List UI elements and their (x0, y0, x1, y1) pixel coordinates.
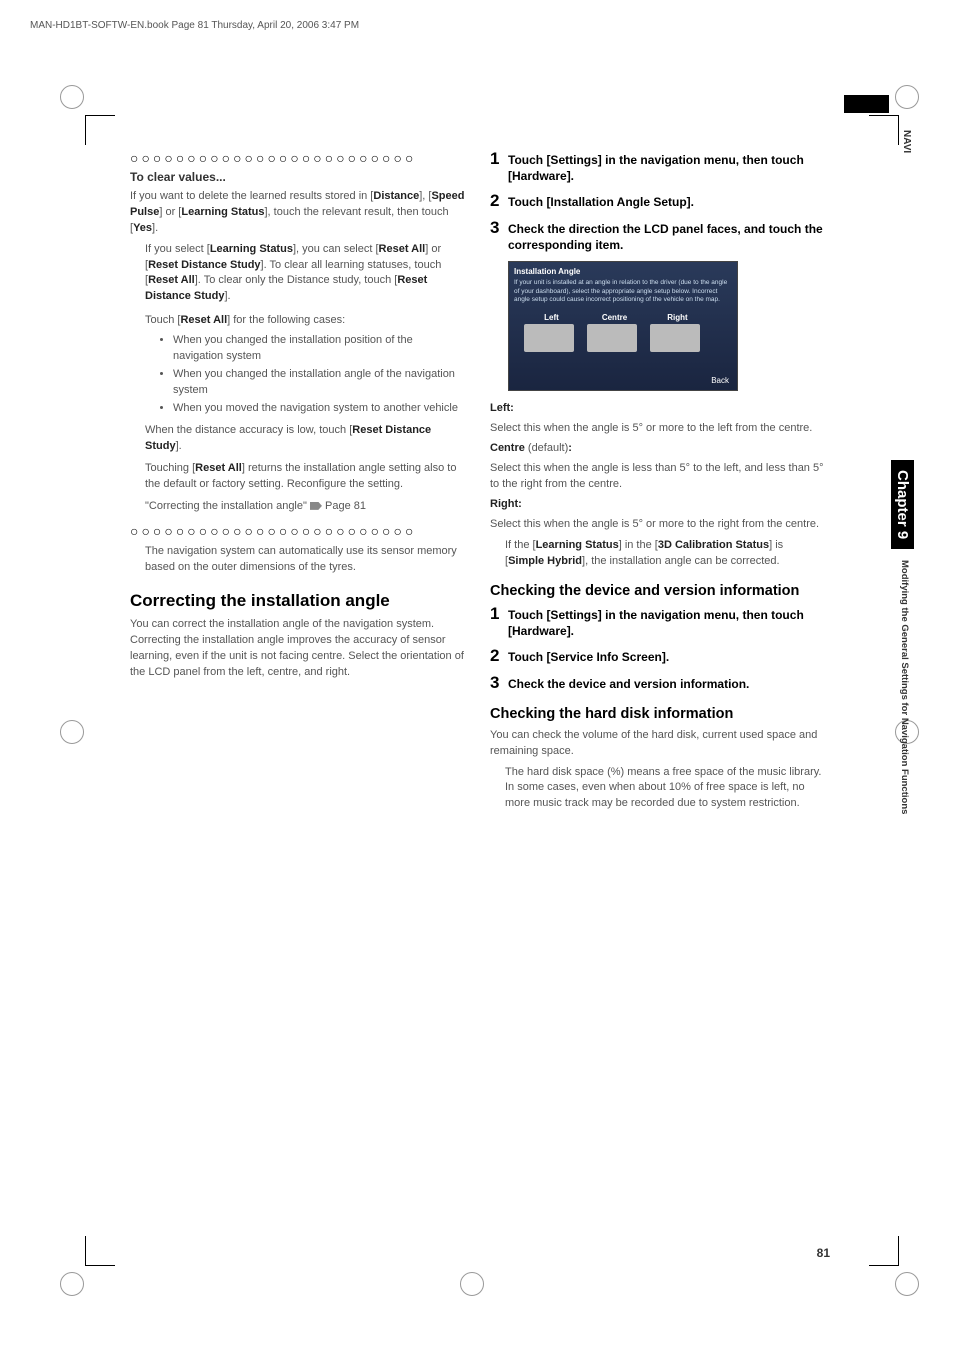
step-number: 3 (490, 219, 508, 238)
back-button: Back (711, 376, 729, 385)
list-item: When you moved the navigation system to … (173, 401, 465, 417)
step-number: 1 (490, 605, 508, 624)
crop-mark-icon (85, 1236, 115, 1266)
body-text: If you want to delete the learned result… (130, 189, 465, 237)
step-row: 3 Check the direction the LCD panel face… (490, 219, 825, 253)
option-centre: Centre (587, 313, 642, 352)
option-left: Left (524, 313, 579, 352)
body-text: You can check the volume of the hard dis… (490, 728, 825, 760)
dotted-divider: ○○○○○○○○○○○○○○○○○○○○○○○○○ (130, 523, 465, 540)
step-row: 2 Touch [Service Info Screen]. (490, 647, 825, 666)
book-header: MAN-HD1BT-SOFTW-EN.book Page 81 Thursday… (30, 20, 359, 31)
registration-mark-icon (60, 85, 84, 109)
note-text: The navigation system can automatically … (145, 544, 465, 576)
crop-mark-icon (85, 115, 115, 145)
step-row: 2 Touch [Installation Angle Setup]. (490, 192, 825, 211)
step-text: Touch [Installation Angle Setup]. (508, 192, 694, 210)
step-text: Touch [Settings] in the navigation menu,… (508, 605, 825, 639)
note-text: Touch [Reset All] for the following case… (145, 313, 465, 329)
side-section-label: Modifying the General Settings for Navig… (899, 560, 910, 814)
crop-mark-icon (869, 1236, 899, 1266)
registration-mark-icon (60, 1272, 84, 1296)
step-row: 1 Touch [Settings] in the navigation men… (490, 605, 825, 639)
dotted-divider: ○○○○○○○○○○○○○○○○○○○○○○○○○ (130, 150, 465, 167)
registration-mark-icon (460, 1272, 484, 1296)
note-text: If the [Learning Status] in the [3D Cali… (505, 538, 825, 570)
note-text: When the distance accuracy is low, touch… (145, 423, 465, 455)
step-row: 3 Check the device and version informati… (490, 674, 825, 693)
body-text: You can correct the installation angle o… (130, 617, 465, 681)
step-number: 3 (490, 674, 508, 693)
option-right: Right (650, 313, 705, 352)
crop-mark-icon (869, 115, 899, 145)
left-column: ○○○○○○○○○○○○○○○○○○○○○○○○○ To clear value… (130, 150, 465, 817)
step-text: Touch [Settings] in the navigation menu,… (508, 150, 825, 184)
step-text: Touch [Service Info Screen]. (508, 647, 669, 665)
screenshot-title: Installation Angle (514, 267, 732, 276)
heading-device-version: Checking the device and version informat… (490, 583, 825, 599)
registration-mark-icon (895, 1272, 919, 1296)
registration-mark-icon (60, 720, 84, 744)
page-number: 81 (817, 1246, 830, 1260)
side-navi-label: NAVI (901, 130, 912, 153)
body-text: Select this when the angle is 5° or more… (490, 421, 825, 437)
note-text: The hard disk space (%) means a free spa… (505, 765, 825, 813)
option-heading: Right: (490, 497, 825, 513)
installation-angle-screenshot: Installation Angle If your unit is insta… (508, 261, 738, 391)
step-number: 2 (490, 192, 508, 211)
option-heading: Centre (default): (490, 441, 825, 457)
registration-mark-icon (895, 85, 919, 109)
heading-correcting-angle: Correcting the installation angle (130, 591, 465, 611)
step-number: 1 (490, 150, 508, 169)
list-item: When you changed the installation positi… (173, 333, 465, 365)
tab-marker (844, 95, 889, 113)
subheading-clear-values: To clear values... (130, 170, 465, 184)
note-text: Touching [Reset All] returns the install… (145, 461, 465, 493)
screenshot-description: If your unit is installed at an angle in… (514, 279, 732, 304)
step-number: 2 (490, 647, 508, 666)
option-heading: Left: (490, 401, 825, 417)
heading-hard-disk: Checking the hard disk information (490, 706, 825, 722)
list-item: When you changed the installation angle … (173, 367, 465, 399)
step-row: 1 Touch [Settings] in the navigation men… (490, 150, 825, 184)
body-text: Select this when the angle is 5° or more… (490, 517, 825, 533)
right-column: 1 Touch [Settings] in the navigation men… (490, 150, 825, 817)
reference-link: "Correcting the installation angle" Page… (145, 499, 465, 515)
step-text: Check the device and version information… (508, 674, 749, 692)
reference-arrow-icon (310, 502, 322, 510)
bullet-list: When you changed the installation positi… (173, 333, 465, 417)
side-chapter-tab: Chapter 9 (891, 460, 914, 549)
page-content: ○○○○○○○○○○○○○○○○○○○○○○○○○ To clear value… (130, 150, 830, 1230)
body-text: Select this when the angle is less than … (490, 461, 825, 493)
step-text: Check the direction the LCD panel faces,… (508, 219, 825, 253)
note-text: If you select [Learning Status], you can… (145, 242, 465, 306)
